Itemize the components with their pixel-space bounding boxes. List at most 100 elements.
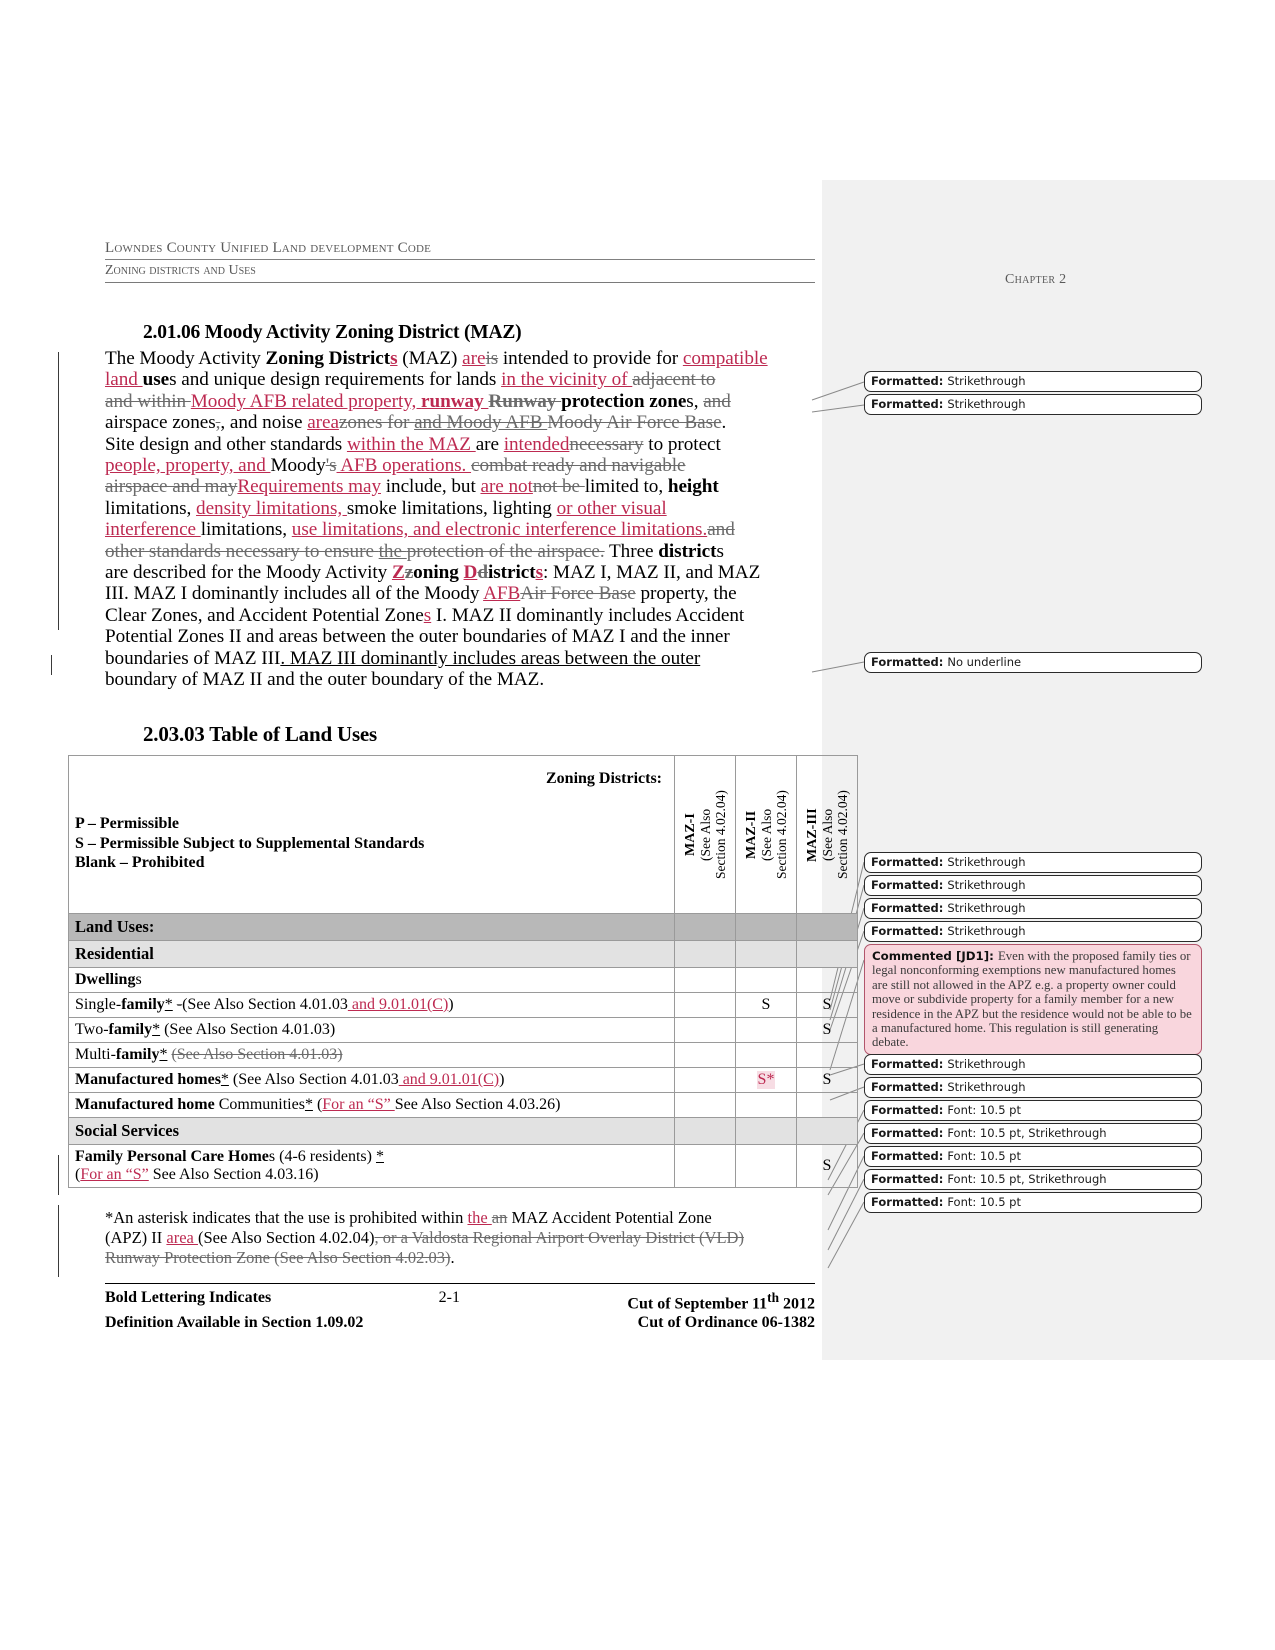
change-bar-paragraph bbox=[58, 352, 59, 630]
table-legend-cell: Zoning Districts: P – Permissible S – Pe… bbox=[68, 755, 675, 914]
land-uses-table: Zoning Districts: P – Permissible S – Pe… bbox=[68, 755, 858, 1188]
col-maz2-name: MAZ-II bbox=[743, 810, 759, 859]
cell-maz1 bbox=[674, 1144, 736, 1188]
footer-left-line2: Definition Available in Section 1.09.02 bbox=[105, 1314, 364, 1332]
table-row: Family Personal Care Homes (4-6 resident… bbox=[68, 1144, 858, 1188]
change-bar-line bbox=[51, 655, 52, 675]
footer-divider bbox=[105, 1283, 815, 1284]
formatted-balloon[interactable]: Formatted: Strikethrough bbox=[864, 875, 1202, 896]
balloon-text: Strikethrough bbox=[947, 901, 1026, 915]
row-label-two-family: Two-family* (See Also Section 4.01.03) bbox=[68, 1017, 675, 1043]
header-chapter-label: Chapter 2 bbox=[1005, 272, 1067, 287]
formatted-balloon[interactable]: Formatted: No underline bbox=[864, 652, 1202, 673]
cell-maz3: S bbox=[796, 1144, 858, 1188]
cell-maz2 bbox=[735, 1092, 797, 1118]
row-label-dwellings: Dwellings bbox=[68, 967, 675, 993]
header-title-line: Lowndes County Unified Land development … bbox=[105, 240, 815, 260]
row-label-social-services: Social Services bbox=[68, 1117, 675, 1145]
balloon-label: Formatted: bbox=[871, 1195, 948, 1209]
formatted-balloon[interactable]: Formatted: Font: 10.5 pt, Strikethrough bbox=[864, 1123, 1202, 1144]
formatted-balloon[interactable]: Formatted: Font: 10.5 pt, Strikethrough bbox=[864, 1169, 1202, 1190]
legend-item-p: P – Permissible bbox=[75, 815, 179, 832]
legend-item-blank: Blank – Prohibited bbox=[75, 854, 205, 871]
balloon-label: Formatted: bbox=[871, 1057, 948, 1071]
column-header-maz1: MAZ-I (See Also Section 4.02.04) bbox=[674, 755, 736, 914]
change-bar-table bbox=[58, 1155, 59, 1195]
balloon-text: Strikethrough bbox=[947, 397, 1026, 411]
cell-maz3 bbox=[796, 913, 858, 941]
cell-maz1 bbox=[674, 1067, 736, 1093]
cell-maz3 bbox=[796, 967, 858, 993]
table-row: Social Services bbox=[68, 1117, 858, 1145]
page-title: 2.01.06 Moody Activity Zoning District (… bbox=[143, 322, 522, 343]
col-maz3-note2: Section 4.02.04) bbox=[834, 790, 850, 879]
col-maz2-note1: (See Also bbox=[758, 808, 774, 861]
formatted-balloon[interactable]: Formatted: Font: 10.5 pt bbox=[864, 1146, 1202, 1167]
cell-maz2: S bbox=[735, 992, 797, 1018]
balloon-text: Strikethrough bbox=[947, 1080, 1026, 1094]
row-label-land-uses: Land Uses: bbox=[68, 913, 675, 941]
balloon-label: Formatted: bbox=[871, 1103, 948, 1117]
table-legend: P – Permissible S – Permissible Subject … bbox=[75, 814, 668, 873]
cell-maz1 bbox=[674, 967, 736, 993]
table-row: Residential bbox=[68, 940, 858, 968]
balloon-label: Formatted: bbox=[871, 878, 948, 892]
column-header-maz3: MAZ-III (See Also Section 4.02.04) bbox=[796, 755, 858, 914]
formatted-balloon[interactable]: Formatted: Font: 10.5 pt bbox=[864, 1192, 1202, 1213]
row-label-single-family: Single-family* -(See Also Section 4.01.0… bbox=[68, 992, 675, 1018]
cell-maz2-value: S* bbox=[756, 1071, 776, 1089]
row-label-multi-family: Multi-family* (See Also Section 4.01.03) bbox=[68, 1042, 675, 1068]
cell-maz2 bbox=[735, 1117, 797, 1145]
cell-maz3 bbox=[796, 1117, 858, 1145]
cell-maz3 bbox=[796, 940, 858, 968]
row-label-manufactured-homes: Manufactured homes* (See Also Section 4.… bbox=[68, 1067, 675, 1093]
balloon-label: Formatted: bbox=[871, 1080, 948, 1094]
formatted-balloon[interactable]: Formatted: Font: 10.5 pt bbox=[864, 1100, 1202, 1121]
col-maz1-note1: (See Also bbox=[697, 808, 713, 861]
comment-balloon[interactable]: Commented [JD1]: Even with the proposed … bbox=[864, 944, 1202, 1055]
balloon-label: Formatted: bbox=[871, 1172, 948, 1186]
balloon-text: Even with the proposed family ties or le… bbox=[872, 949, 1192, 1050]
cell-maz2 bbox=[735, 1042, 797, 1068]
table-title: 2.03.03 Table of Land Uses bbox=[143, 722, 378, 746]
change-bar-footnote bbox=[58, 1205, 59, 1277]
col-maz2-note2: Section 4.02.04) bbox=[773, 790, 789, 879]
balloon-text: Font: 10.5 pt bbox=[947, 1103, 1021, 1117]
cell-maz2 bbox=[735, 967, 797, 993]
formatted-balloon[interactable]: Formatted: Strikethrough bbox=[864, 1077, 1202, 1098]
footer-right-line2: Cut of Ordinance 06-1382 bbox=[637, 1314, 815, 1332]
balloon-text: No underline bbox=[947, 655, 1022, 669]
footer-right-line1: Cut of September 11th 2012 bbox=[627, 1290, 815, 1313]
balloon-text: Font: 10.5 pt bbox=[947, 1195, 1021, 1209]
table-row: Dwellings bbox=[68, 967, 858, 993]
balloon-label: Formatted: bbox=[871, 901, 948, 915]
document-header: Lowndes County Unified Land development … bbox=[105, 240, 815, 283]
balloon-text: Strikethrough bbox=[947, 878, 1026, 892]
header-subtitle-line: Zoning districts and Uses bbox=[105, 260, 815, 283]
cell-maz1 bbox=[674, 1092, 736, 1118]
formatted-balloon[interactable]: Formatted: Strikethrough bbox=[864, 371, 1202, 392]
balloon-text: Font: 10.5 pt, Strikethrough bbox=[947, 1172, 1107, 1186]
footer-page-number: 2-1 bbox=[438, 1289, 460, 1306]
document-page: Lowndes County Unified Land development … bbox=[0, 0, 1275, 1650]
formatted-balloon[interactable]: Formatted: Strikethrough bbox=[864, 394, 1202, 415]
footer-left-line1: Bold Lettering Indicates bbox=[105, 1289, 272, 1306]
table-row: Multi-family* (See Also Section 4.01.03) bbox=[68, 1042, 858, 1068]
balloon-text: Strikethrough bbox=[947, 924, 1026, 938]
formatted-balloon[interactable]: Formatted: Strikethrough bbox=[864, 852, 1202, 873]
balloon-text: Strikethrough bbox=[947, 855, 1026, 869]
formatted-balloon[interactable]: Formatted: Strikethrough bbox=[864, 921, 1202, 942]
cell-maz3 bbox=[796, 1092, 858, 1118]
row-label-family-personal-care-homes: Family Personal Care Homes (4-6 resident… bbox=[68, 1144, 675, 1188]
table-row: Land Uses: bbox=[68, 913, 858, 941]
formatted-balloon[interactable]: Formatted: Strikethrough bbox=[864, 898, 1202, 919]
balloon-text: Font: 10.5 pt bbox=[947, 1149, 1021, 1163]
cell-maz3: S bbox=[796, 1067, 858, 1093]
table-header-row: Zoning Districts: P – Permissible S – Pe… bbox=[68, 755, 858, 914]
formatted-balloon[interactable]: Formatted: Strikethrough bbox=[864, 1054, 1202, 1075]
balloon-label: Formatted: bbox=[871, 855, 948, 869]
legend-item-s: S – Permissible Subject to Supplemental … bbox=[75, 834, 425, 852]
col-maz1-note2: Section 4.02.04) bbox=[712, 790, 728, 879]
body-paragraph: The Moody Activity Zoning Districts (MAZ… bbox=[105, 348, 768, 691]
cell-maz3: S bbox=[796, 992, 858, 1018]
